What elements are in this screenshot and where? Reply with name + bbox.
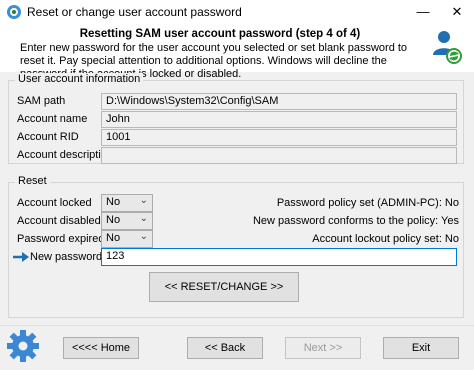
title-bar: Reset or change user account password — … <box>0 0 474 24</box>
account-disabled-label: Account disabled <box>17 215 101 227</box>
account-name-label: Account name <box>17 113 88 125</box>
account-description-label: Account description <box>17 149 113 161</box>
account-disabled-value: No <box>106 214 121 226</box>
password-expired-label: Password expired <box>17 233 105 245</box>
minimize-button[interactable]: — <box>408 0 438 24</box>
account-disabled-select[interactable]: No ⌄ <box>101 212 153 230</box>
policy-conformance-status: New password conforms to the policy: Yes <box>252 215 459 227</box>
account-locked-select[interactable]: No ⌄ <box>101 194 153 212</box>
new-password-input[interactable]: 123 <box>101 248 457 266</box>
account-locked-value: No <box>106 196 121 208</box>
close-button[interactable]: ✕ <box>442 0 472 24</box>
chevron-down-icon: ⌄ <box>139 231 148 242</box>
account-name-field[interactable]: John <box>101 111 457 128</box>
exit-button[interactable]: Exit <box>383 337 459 359</box>
sam-path-field[interactable]: D:\Windows\System32\Config\SAM <box>101 93 457 110</box>
header-panel: Resetting SAM user account password (ste… <box>0 24 474 80</box>
home-button[interactable]: <<<< Home <box>63 337 139 359</box>
account-rid-field[interactable]: 1001 <box>101 129 457 146</box>
next-button[interactable]: Next >> <box>285 337 361 359</box>
arrow-right-icon <box>13 252 29 262</box>
gear-icon <box>7 330 39 362</box>
account-locked-label: Account locked <box>17 197 92 209</box>
new-password-label: New password <box>30 251 103 263</box>
page-heading: Resetting SAM user account password (ste… <box>79 28 361 40</box>
back-button[interactable]: << Back <box>187 337 263 359</box>
reset-legend: Reset <box>15 175 50 187</box>
password-expired-value: No <box>106 232 121 244</box>
account-rid-label: Account RID <box>17 131 79 143</box>
account-description-field[interactable] <box>101 147 457 164</box>
chevron-down-icon: ⌄ <box>139 213 148 224</box>
password-policy-status: Password policy set (ADMIN-PC): No <box>276 197 459 209</box>
password-expired-select[interactable]: No ⌄ <box>101 230 153 248</box>
lockout-policy-status: Account lockout policy set: No <box>312 233 459 245</box>
dialog-window: Reset or change user account password — … <box>0 0 474 370</box>
sam-path-label: SAM path <box>17 95 66 107</box>
reset-change-button[interactable]: << RESET/CHANGE >> <box>149 272 299 302</box>
app-icon <box>7 5 21 19</box>
user-account-info-legend: User account information <box>15 73 144 85</box>
user-refresh-icon <box>433 31 462 64</box>
chevron-down-icon: ⌄ <box>139 195 148 206</box>
window-title: Reset or change user account password <box>27 5 242 19</box>
